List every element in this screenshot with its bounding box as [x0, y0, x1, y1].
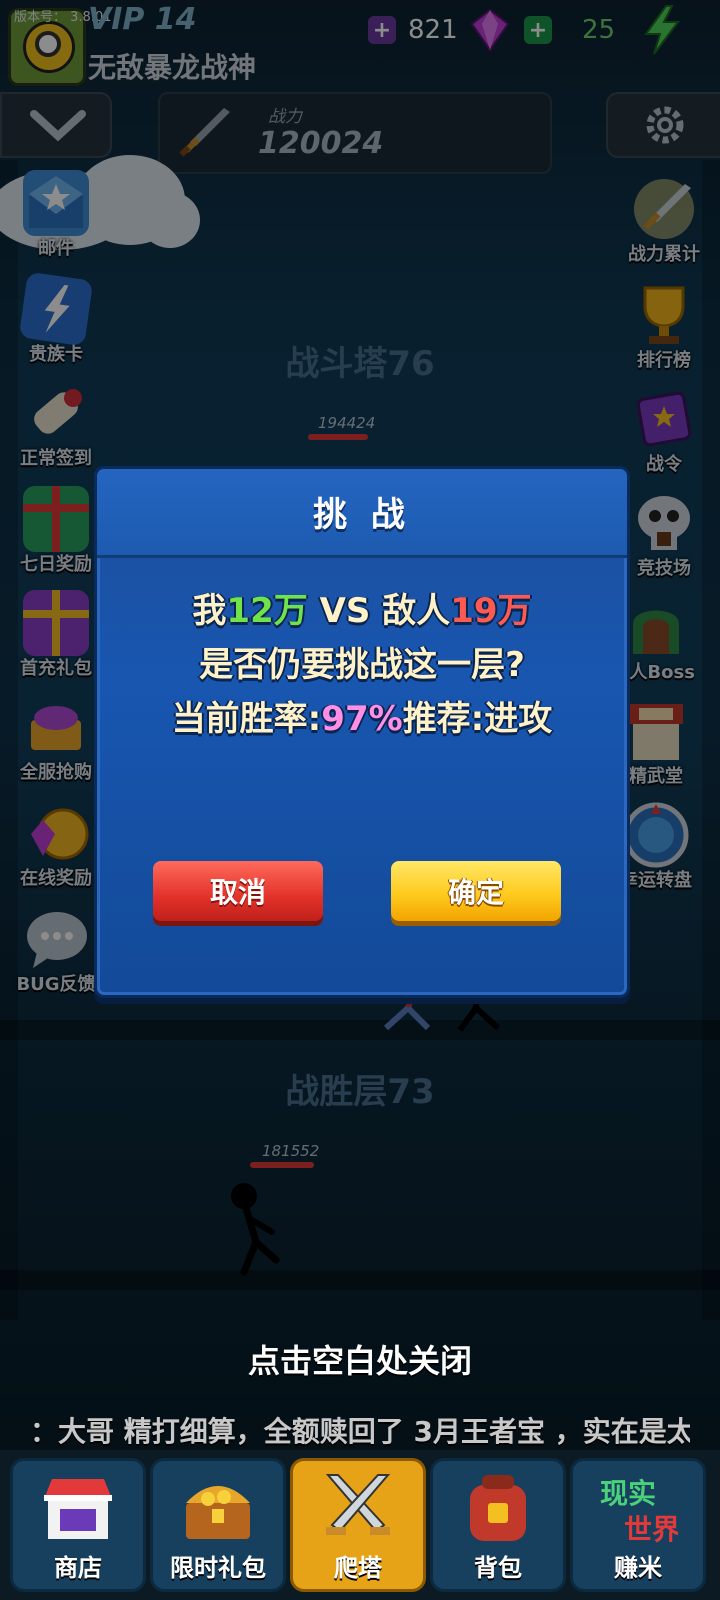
nav-shop[interactable]: 商店: [10, 1458, 146, 1592]
nav-limited-gift-label: 限时礼包: [170, 1554, 266, 1582]
nav-climb-tower[interactable]: 爬塔: [290, 1458, 426, 1592]
win-rate-label: 当前胜率:: [171, 699, 322, 739]
crossed-swords-icon: [325, 1474, 391, 1535]
nav-limited-gift[interactable]: 限时礼包: [150, 1458, 286, 1592]
dialog-title: 挑 战: [313, 495, 411, 535]
real-world-icon: 现实 世界: [600, 1477, 678, 1546]
backpack-icon: [470, 1475, 526, 1541]
enemy-power-value: 19万: [450, 591, 532, 631]
shop-icon: [44, 1479, 112, 1539]
confirm-button[interactable]: 确定: [391, 861, 561, 921]
treasure-icon: [186, 1486, 250, 1539]
power-comparison: 我12万 VS 敌人19万: [97, 583, 627, 632]
nav-backpack-label: 背包: [474, 1554, 522, 1582]
close-hint: 点击空白处关闭: [247, 1342, 472, 1380]
nav-earn-label: 赚米: [614, 1554, 662, 1582]
win-rate-line: 当前胜率:97%推荐:进攻: [97, 691, 627, 740]
nav-climb-tower-label: 爬塔: [334, 1554, 382, 1582]
bottom-nav: 商店 限时礼包 爬塔 背包 现实 世界 赚米: [0, 1450, 720, 1600]
nav-shop-label: 商店: [54, 1554, 102, 1582]
nav-earn[interactable]: 现实 世界 赚米: [570, 1458, 706, 1592]
recommendation: 推荐:进攻: [402, 699, 553, 739]
dialog-header: 挑 战: [97, 469, 627, 558]
challenge-question: 是否仍要挑战这一层?: [199, 645, 525, 685]
real-world-icon-text-top: 现实: [600, 1477, 656, 1510]
real-world-icon-text-bottom: 世界: [624, 1513, 678, 1546]
cancel-button[interactable]: 取消: [153, 861, 323, 921]
my-power: 12万: [226, 591, 308, 631]
win-rate-value: 97%: [321, 699, 403, 739]
me-label: 我: [192, 591, 227, 631]
vs-enemy-label: VS 敌人: [307, 591, 451, 631]
announcement-marquee: ：大哥 精打细算，全额赎回了 3月王者宝 ，实在是太: [30, 1415, 690, 1448]
nav-backpack[interactable]: 背包: [430, 1458, 566, 1592]
challenge-dialog: 挑 战 我12万 VS 敌人19万 是否仍要挑战这一层? 当前胜率:97%推荐:…: [94, 466, 630, 998]
